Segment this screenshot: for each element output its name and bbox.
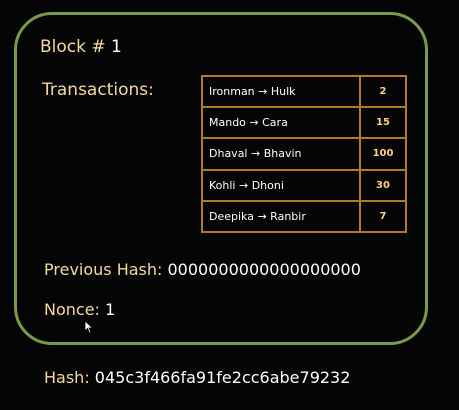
transaction-amount: 7 <box>359 199 407 234</box>
previous-hash-label: Previous Hash: <box>44 260 163 279</box>
nonce: Nonce: 1 <box>44 300 115 319</box>
nonce-value: 1 <box>105 300 116 319</box>
table-row: Deepika → Ranbir 7 <box>201 199 407 234</box>
block-title-prefix: Block # <box>40 37 106 57</box>
block-title: Block # 1 <box>40 37 122 57</box>
transaction-amount: 2 <box>359 74 407 109</box>
block-number: 1 <box>111 37 122 57</box>
mouse-pointer-icon <box>84 320 94 334</box>
transaction-text: Kohli → Dhoni <box>201 168 361 202</box>
transaction-text: Deepika → Ranbir <box>201 199 361 234</box>
table-row: Mando → Cara 15 <box>201 106 407 140</box>
hash-value: 045c3f466fa91fe2cc6abe79232 <box>94 368 351 387</box>
block-hash: Hash: 045c3f466fa91fe2cc6abe79232 <box>44 368 350 387</box>
transaction-amount: 100 <box>359 137 407 171</box>
previous-hash-value: 0000000000000000000 <box>167 260 361 279</box>
transaction-text: Dhaval → Bhavin <box>201 137 361 171</box>
transaction-text: Mando → Cara <box>201 106 361 140</box>
nonce-label: Nonce: <box>44 300 100 319</box>
table-row: Kohli → Dhoni 30 <box>201 168 407 202</box>
transaction-text: Ironman → Hulk <box>201 74 361 109</box>
previous-hash: Previous Hash: 0000000000000000000 <box>44 260 361 279</box>
transactions-table: Ironman → Hulk 2 Mando → Cara 15 Dhaval … <box>201 74 407 234</box>
transaction-amount: 15 <box>359 106 407 140</box>
table-row: Ironman → Hulk 2 <box>201 74 407 109</box>
transaction-amount: 30 <box>359 168 407 202</box>
transactions-label: Transactions: <box>42 80 154 100</box>
table-row: Dhaval → Bhavin 100 <box>201 137 407 171</box>
hash-label: Hash: <box>44 368 90 387</box>
